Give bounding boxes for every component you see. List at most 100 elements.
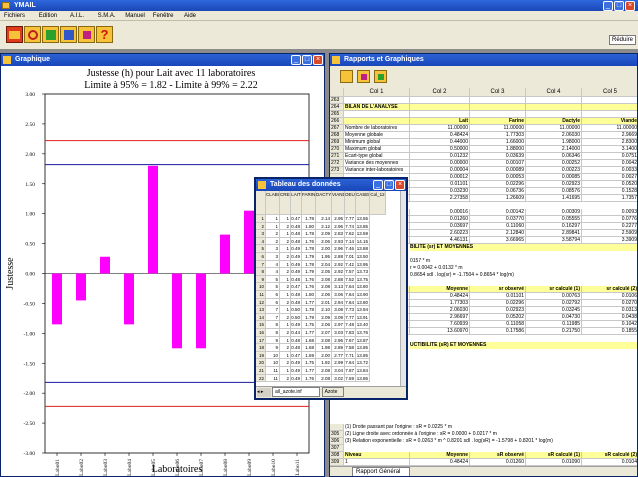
grid-cell[interactable]: 1.95 — [316, 253, 332, 261]
export-icon[interactable] — [374, 70, 387, 83]
grid-cell[interactable]: 2.96 — [332, 336, 345, 345]
data-grid[interactable]: CLABOCREPETLAITFARINEDACTYLEVIANDEOEUFCA… — [256, 191, 406, 386]
grid-vertical-scrollbar[interactable] — [400, 191, 406, 386]
grid-col-header[interactable]: Col_12 — [370, 191, 386, 215]
grid-cell[interactable]: 1.77 — [302, 298, 316, 307]
grid-cell[interactable]: 1 — [280, 245, 291, 253]
grid-cell[interactable]: 1.80 — [302, 291, 316, 299]
grid-cell[interactable]: 0.49 — [291, 268, 302, 276]
grid-cell[interactable]: 0.47 — [291, 351, 302, 360]
grid-cell[interactable]: 13.95 — [356, 260, 370, 269]
grid-cell[interactable]: 2.06 — [316, 237, 332, 246]
grid-cell[interactable]: 1.79 — [302, 268, 316, 276]
print-icon[interactable] — [340, 70, 353, 83]
grid-cell[interactable]: 7.46 — [345, 245, 356, 253]
grid-cell[interactable]: 1.78 — [302, 306, 316, 314]
grid-cell[interactable]: 2.96 — [332, 222, 345, 231]
grid-col-header[interactable]: VIANDE — [332, 191, 345, 215]
grid-cell[interactable]: 10 — [266, 351, 280, 360]
grid-cell[interactable]: 13.59 — [356, 230, 370, 238]
grid-row-header[interactable]: 17 — [256, 336, 266, 345]
grid-cell[interactable]: 1.78 — [302, 215, 316, 223]
grid-cell[interactable]: 13.91 — [356, 313, 370, 322]
grid-cell[interactable]: 1.77 — [302, 367, 316, 375]
grid-cell[interactable]: 2 — [280, 374, 291, 383]
grid-cell[interactable]: 2.92 — [332, 268, 345, 276]
grid-cell[interactable]: 1.78 — [302, 230, 316, 238]
grid-row-header[interactable]: 9 — [256, 275, 266, 284]
grid-cell[interactable]: 1 — [280, 291, 291, 299]
grid-cell[interactable]: 7.52 — [345, 275, 356, 284]
grid-cell[interactable]: 2.10 — [316, 306, 332, 314]
grid-cell[interactable]: 13.73 — [356, 268, 370, 276]
grid-cell[interactable]: 8 — [266, 321, 280, 329]
grid-cell[interactable]: 6 — [266, 291, 280, 299]
grid-row-header[interactable]: 21 — [256, 367, 266, 375]
grid-cell[interactable]: 13.76 — [356, 329, 370, 337]
grid-cell[interactable]: 13.85 — [356, 344, 370, 352]
grid-cell[interactable]: 6 — [266, 298, 280, 307]
grid-cell[interactable]: 2.95 — [332, 215, 345, 223]
sheet-tab-1[interactable]: Azote — [321, 387, 344, 397]
grid-cell[interactable]: 2.88 — [332, 275, 345, 284]
grid-cell[interactable]: 1.77 — [302, 329, 316, 337]
grid-cell[interactable]: 0.48 — [291, 298, 302, 307]
grid-row-header[interactable]: 8 — [256, 268, 266, 276]
grid-cell[interactable]: 7.58 — [345, 344, 356, 352]
grid-cell[interactable]: 7.57 — [345, 268, 356, 276]
grid-cell[interactable]: 1.76 — [302, 275, 316, 284]
grid-cell[interactable]: 2.14 — [316, 215, 332, 223]
grid-cell[interactable]: 1 — [266, 222, 280, 231]
grid-cell[interactable]: 4 — [266, 268, 280, 276]
data-close-button[interactable]: × — [395, 180, 405, 190]
grid-cell[interactable]: 4 — [266, 260, 280, 269]
grid-cell[interactable]: 1 — [280, 321, 291, 329]
grid-cell[interactable]: 7.64 — [345, 298, 356, 307]
graph-close-button[interactable]: × — [313, 55, 323, 65]
grid-cell[interactable]: 1.80 — [302, 222, 316, 231]
grid-cell[interactable]: 7.64 — [345, 283, 356, 291]
grid-cell[interactable]: 2.93 — [332, 237, 345, 246]
grid-cell[interactable]: 1 — [280, 230, 291, 238]
grid-cell[interactable]: 2.92 — [332, 260, 345, 269]
sheet-tab-0[interactable]: ail_azote.inf — [272, 387, 320, 397]
grid-row-header[interactable]: 7 — [256, 260, 266, 269]
grid-cell[interactable]: 5 — [266, 275, 280, 284]
grid-cell[interactable]: 2.07 — [316, 329, 332, 337]
grid-cell[interactable]: 3.13 — [332, 283, 345, 291]
grid-cell[interactable]: 2 — [280, 253, 291, 261]
menu-item-3[interactable]: S.M.A. — [98, 11, 116, 21]
grid-cell[interactable]: 13.90 — [356, 291, 370, 299]
grid-cell[interactable]: 2 — [280, 222, 291, 231]
grid-cell[interactable]: 13.87 — [356, 336, 370, 345]
grid-cell[interactable]: 1 — [280, 275, 291, 284]
grid-cell[interactable]: 2 — [266, 237, 280, 246]
grid-cell[interactable]: 7.64 — [345, 291, 356, 299]
grid-col-header[interactable]: OEUF — [345, 191, 356, 215]
grid-cell[interactable]: 13.55 — [356, 215, 370, 223]
grid-cell[interactable]: 7 — [266, 313, 280, 322]
grid-cell[interactable]: 13.85 — [356, 222, 370, 231]
grid-cell[interactable]: 1 — [280, 351, 291, 360]
grid-cell[interactable]: 0.48 — [291, 222, 302, 231]
grid-cell[interactable]: 0.48 — [291, 237, 302, 246]
grid-cell[interactable]: 8 — [266, 329, 280, 337]
grid-cell[interactable]: 2.09 — [316, 230, 332, 238]
grid-row-header[interactable]: 19 — [256, 351, 266, 360]
grid-cell[interactable]: 0.47 — [291, 283, 302, 291]
grid-cell[interactable]: 2.05 — [316, 268, 332, 276]
grid-cell[interactable]: 0.47 — [291, 215, 302, 223]
grid-cell[interactable]: 7.01 — [345, 253, 356, 261]
grid-cell[interactable]: 14.15 — [356, 237, 370, 246]
grid-cell[interactable]: 7.14 — [345, 237, 356, 246]
grid-cell[interactable]: 7.77 — [345, 215, 356, 223]
grid-cell[interactable]: 3.02 — [332, 374, 345, 383]
grid-cell[interactable]: 0.50 — [291, 306, 302, 314]
grid-cell[interactable]: 1 — [280, 367, 291, 375]
grid-cell[interactable]: 2.99 — [332, 359, 345, 367]
grid-cell[interactable]: 2.77 — [332, 351, 345, 360]
grid-cell[interactable]: 0.49 — [291, 245, 302, 253]
grid-row-header[interactable]: 14 — [256, 313, 266, 322]
grid-row-header[interactable]: 12 — [256, 298, 266, 307]
grid-cell[interactable]: 2.08 — [316, 367, 332, 375]
